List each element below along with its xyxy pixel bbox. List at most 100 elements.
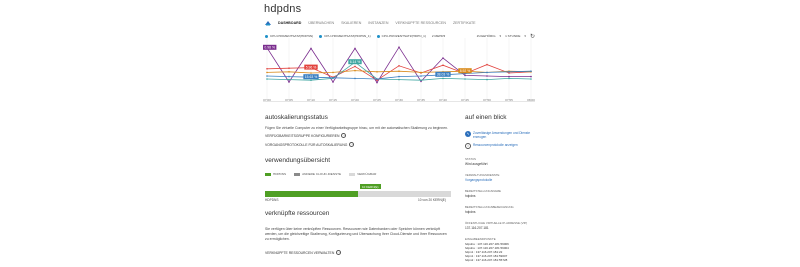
data-point xyxy=(376,71,378,73)
data-point xyxy=(464,78,466,80)
quick-link-logs-label: Ressourcenprotokolle anzeigen xyxy=(473,143,518,147)
vip-value: 137.116.207.181 xyxy=(465,226,489,230)
tab-linked-resources[interactable]: VERKNÜPFTE RESSOURCEN xyxy=(395,21,446,25)
endpoint-item: hdpn2 : 137.116.207.181:55728 xyxy=(465,258,508,263)
data-point xyxy=(508,71,510,73)
tab-bar: DASHBOARD ÜBERWACHEN SKALIEREN INSTANZEN… xyxy=(264,18,483,27)
autoscale-title: autoskalierungsstatus xyxy=(265,114,328,121)
x-tick-label: 07:35 xyxy=(417,98,425,102)
x-tick-label: 07:25 xyxy=(373,98,381,102)
prop-label: BEREITSTELLUNGSBEZEICHNUNG xyxy=(465,205,514,209)
data-point xyxy=(266,68,268,70)
tab-certificates[interactable]: ZERTIFIKATE xyxy=(453,21,476,25)
legend-swatch xyxy=(294,172,301,176)
data-point xyxy=(420,71,422,74)
tab-dashboard[interactable]: DASHBOARD xyxy=(278,21,301,25)
svg-text:0.98 %: 0.98 % xyxy=(264,46,275,50)
data-point xyxy=(420,79,422,81)
data-point xyxy=(266,78,268,80)
operation-logs-link[interactable]: Vorgangsprotokolle xyxy=(465,178,492,182)
data-point xyxy=(530,70,532,72)
data-point xyxy=(288,71,290,73)
data-point xyxy=(420,75,422,77)
prop-label: VERWALTUNGSDIENSTE xyxy=(465,173,500,177)
linked-resources-text: Sie verfügen über keine verknüpften Ress… xyxy=(265,227,447,241)
data-point xyxy=(354,69,356,72)
usage-fill xyxy=(265,191,358,197)
data-point xyxy=(442,57,444,59)
svg-text:8.92 %: 8.92 % xyxy=(460,69,471,73)
data-point xyxy=(310,47,312,50)
data-point xyxy=(464,74,466,77)
arrow-right-icon: → xyxy=(336,250,342,255)
data-point xyxy=(332,77,334,79)
legend-swatch xyxy=(265,172,271,176)
legend-label: HDPDNS xyxy=(273,172,287,176)
data-point xyxy=(486,78,488,81)
legend-swatch xyxy=(349,172,356,176)
usage-count: 10 von 20 KERN(E) xyxy=(418,198,446,202)
cpu-line-chart: 0.98 % 5.96 % 15.63 % 6.14 % 38.03 % 8.92 % xyxy=(263,38,535,102)
manage-linked-resources-label: VERKNÜPFTE RESSOURCEN VERWALTEN xyxy=(265,250,335,255)
manage-linked-resources-button[interactable]: VERKNÜPFTE RESSOURCEN VERWALTEN → xyxy=(265,250,342,255)
data-point xyxy=(376,78,378,80)
data-point xyxy=(354,47,356,50)
configure-availability-set-label: VERFÜGBARKEITSGRUPPE KONFIGURIEREN xyxy=(265,133,340,138)
legend-item: VERFÜGBAR xyxy=(349,172,376,176)
prop-label: EINGABEENDPUNKTE xyxy=(465,237,496,241)
data-point xyxy=(354,65,356,68)
data-point xyxy=(398,46,400,48)
data-point xyxy=(530,75,532,78)
x-tick-label: 07:40 xyxy=(439,98,447,102)
svg-text:6.14 %: 6.14 % xyxy=(350,60,361,64)
autoscale-logs-label: VORGANGSPROTOKOLLE FÜR AUTOSKALIERUNG xyxy=(265,142,348,147)
data-point xyxy=(332,81,334,83)
x-tick-label: 07:00 xyxy=(263,98,271,102)
prop-label: STATUS xyxy=(465,157,476,161)
prop-label: ÖFFENTLICHE VIRTUELLE IP-ADRESSE (VIP) xyxy=(465,221,528,225)
legend-item: ANDERE CLOUD-DIENSTE xyxy=(294,172,341,176)
data-point xyxy=(398,65,400,67)
data-point xyxy=(266,75,268,77)
x-tick-label: 07:50 xyxy=(483,98,491,102)
data-point xyxy=(486,63,488,66)
data-point xyxy=(288,78,290,81)
tab-instances[interactable]: INSTANZEN xyxy=(368,21,388,25)
x-tick-label: 07:15 xyxy=(329,98,337,102)
x-tick-label: 07:05 xyxy=(285,98,293,102)
data-point xyxy=(354,77,356,80)
value-callout: 6.14 % xyxy=(348,59,362,65)
data-point xyxy=(288,67,290,69)
legend-item: HDPDNS xyxy=(265,172,286,176)
lightning-icon: ϟ xyxy=(465,131,471,137)
data-point xyxy=(288,75,290,78)
data-point xyxy=(398,75,400,78)
status-value: Wird ausgeführt xyxy=(465,162,488,166)
arrow-right-icon: → xyxy=(341,133,347,138)
configure-availability-set-link[interactable]: VERFÜGBARKEITSGRUPPE KONFIGURIEREN → xyxy=(265,133,347,138)
autoscale-logs-link[interactable]: VORGANGSPROTOKOLLE FÜR AUTOSKALIERUNG → xyxy=(265,142,355,147)
tab-monitor[interactable]: ÜBERWACHEN xyxy=(308,21,334,25)
arrow-right-icon: → xyxy=(349,142,355,147)
data-point xyxy=(310,79,312,81)
x-tick-label: 07:30 xyxy=(395,98,403,102)
value-callout: 5.96 % xyxy=(304,64,318,70)
x-tick-label: 07:10 xyxy=(307,98,315,102)
data-point xyxy=(508,77,510,80)
x-tick-label: 07:55 xyxy=(505,98,513,102)
quick-link-create[interactable]: ϟ Zuverlässige Anwendungen und Dienste e… xyxy=(465,131,535,139)
data-point xyxy=(332,71,334,74)
data-point xyxy=(266,71,268,74)
value-callout: 0.98 % xyxy=(263,44,277,50)
quick-glance-title: auf einen blick xyxy=(465,114,507,121)
data-point xyxy=(442,64,444,66)
data-point xyxy=(310,72,312,74)
data-point xyxy=(442,77,444,80)
svg-text:38.03 %: 38.03 % xyxy=(437,73,449,77)
info-icon: i xyxy=(465,143,471,149)
cloud-service-icon xyxy=(265,20,271,25)
quick-link-logs[interactable]: i Ressourcenprotokolle anzeigen xyxy=(465,143,535,149)
data-point xyxy=(376,81,378,84)
value-callout: 8.92 % xyxy=(458,68,472,74)
tab-scale[interactable]: SKALIEREN xyxy=(341,21,361,25)
